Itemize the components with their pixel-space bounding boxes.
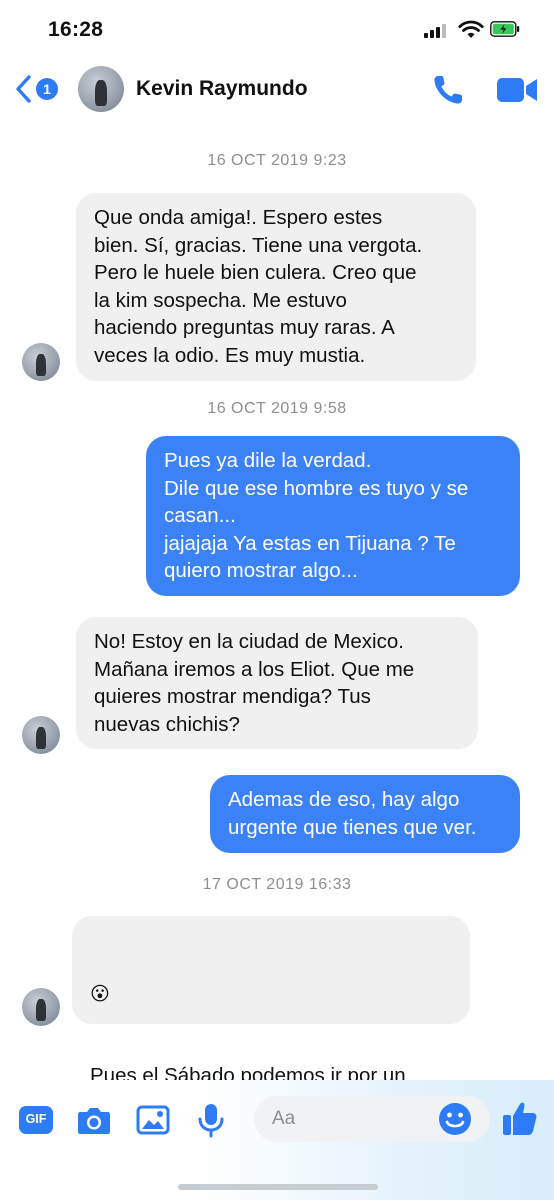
sender-avatar	[22, 988, 60, 1026]
signal-icon	[424, 24, 448, 38]
phone-icon[interactable]	[430, 72, 466, 108]
outgoing-message[interactable]: Ademas de eso, hay algo urgente que tien…	[210, 775, 520, 853]
sender-avatar	[22, 343, 60, 381]
incoming-message[interactable]: Que onda amiga!. Espero estes bien. Sí, …	[76, 193, 476, 381]
message-input-placeholder: Aa	[272, 1108, 296, 1129]
contact-avatar[interactable]	[78, 66, 124, 112]
gif-label: GIF	[25, 1112, 47, 1126]
status-bar: 16:28	[0, 0, 554, 58]
thumbs-up-icon[interactable]	[500, 1098, 540, 1138]
timestamp: 16 OCT 2019 9:58	[207, 400, 347, 417]
surprised-emoji: 😮	[90, 984, 110, 1006]
wifi-icon	[458, 20, 484, 38]
camera-icon[interactable]	[76, 1102, 112, 1138]
home-indicator	[178, 1184, 378, 1190]
image-icon[interactable]	[136, 1102, 170, 1138]
microphone-icon[interactable]	[196, 1102, 226, 1138]
incoming-message[interactable]: 😮 Pues el Sábado podemos ir por un Coffe…	[72, 916, 470, 1115]
unread-badge: 1	[36, 78, 58, 100]
timestamp: 16 OCT 2019 9:23	[207, 152, 347, 169]
contact-name[interactable]: Kevin Raymundo	[136, 77, 308, 101]
video-camera-icon[interactable]	[496, 74, 538, 106]
outgoing-message[interactable]: Pues ya dile la verdad. Dile que ese hom…	[146, 436, 520, 596]
status-time: 16:28	[48, 18, 104, 41]
incoming-message[interactable]: No! Estoy en la ciudad de Mexico. Mañana…	[76, 617, 478, 749]
sender-avatar	[22, 716, 60, 754]
emoji-icon[interactable]	[438, 1102, 472, 1136]
timestamp: 17 OCT 2019 16:33	[202, 876, 352, 893]
gif-button[interactable]: GIF	[18, 1102, 54, 1138]
back-icon	[16, 75, 31, 103]
battery-icon	[490, 21, 520, 37]
